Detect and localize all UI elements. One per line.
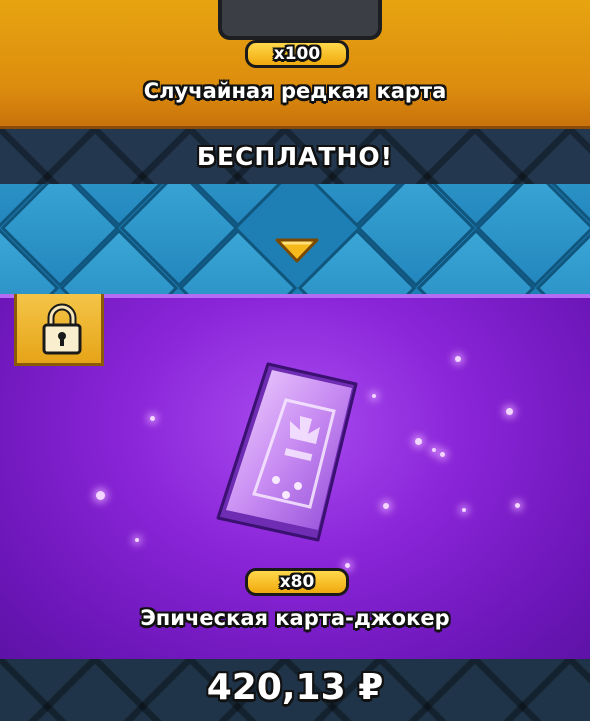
card-image — [218, 0, 382, 40]
sparkle — [462, 508, 466, 512]
chevron-down-icon — [275, 238, 319, 263]
price-label: 420,13 ₽ — [206, 667, 384, 708]
sparkle — [432, 448, 436, 452]
free-claim-strip[interactable]: БЕСПЛАТНО! — [0, 129, 590, 184]
quantity-badge: x80 — [245, 568, 349, 596]
sparkle — [440, 452, 445, 457]
epic-joker-card-icon — [216, 362, 358, 542]
rare-card-offer-panel[interactable]: x100 Случайная редкая карта — [0, 0, 590, 129]
price-button[interactable]: 420,13 ₽ — [0, 659, 590, 721]
sparkle — [383, 503, 389, 509]
offer-title: Эпическая карта-джокер — [140, 606, 450, 630]
free-label: БЕСПЛАТНО! — [196, 142, 394, 171]
lock-icon — [42, 303, 82, 355]
sparkle — [455, 356, 461, 362]
sparkle — [135, 538, 139, 542]
sparkle — [506, 408, 513, 415]
offer-title: Случайная редкая карта — [143, 79, 447, 103]
sparkle — [415, 438, 422, 445]
sparkle — [515, 503, 520, 508]
sparkle — [96, 491, 105, 500]
quantity-badge: x100 — [245, 40, 349, 68]
sparkle — [150, 416, 155, 421]
locked-badge — [14, 294, 104, 366]
sparkle — [345, 563, 350, 568]
